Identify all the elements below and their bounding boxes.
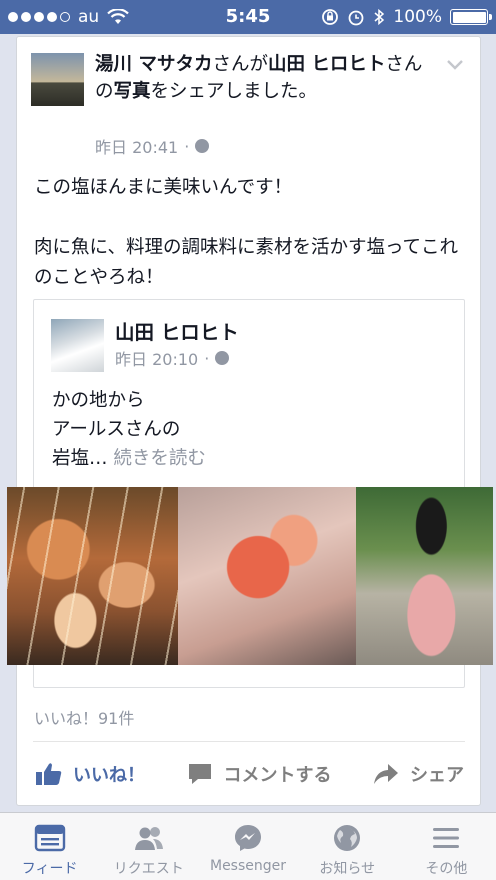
meta-separator: · [204,348,210,368]
orientation-lock-icon [322,9,339,25]
story-actions: いいね！ コメントする シェア [17,755,482,793]
object-link[interactable]: 写真 [114,81,151,102]
status-bar: au 5:45 100% [0,0,496,34]
likes-count[interactable]: いいね！91件 [34,705,134,729]
shared-meta: 昨日 20:10 · [115,346,230,370]
photo-shrimp-on-salt-block[interactable] [178,487,356,665]
author-name-link[interactable]: 湯川 マサタカ [95,54,212,75]
shared-author-avatar[interactable] [51,319,104,372]
tab-label: お知らせ [319,861,376,877]
like-button[interactable]: いいね！ [35,761,145,787]
bluetooth-icon [374,8,385,26]
battery-percent: 100% [393,7,442,27]
shared-post-attachment[interactable]: 山田 ヒロヒト 昨日 20:10 · かの地から アールスさんの 岩塩… 続きを… [7,299,493,688]
meta-separator: · [184,136,190,156]
divider [33,741,465,742]
photo-collage[interactable] [7,487,493,665]
tab-notifications[interactable]: お知らせ [298,813,397,880]
privacy-public-icon [215,351,230,365]
story-title: 湯川 マサタカさんが山田 ヒロヒトさんの写真をシェアしました。 [95,51,440,105]
tab-feed[interactable]: フィード [0,813,99,880]
battery-icon [450,9,492,25]
tab-label: その他 [425,861,468,877]
chevron-down-icon[interactable] [446,59,464,71]
photo-salt-grinder[interactable] [356,487,493,665]
thumbs-up-icon [36,763,62,785]
tab-label: リクエスト [113,861,184,877]
news-feed-icon [34,824,65,852]
tab-requests[interactable]: リクエスト [99,813,198,880]
friend-requests-icon [134,827,163,850]
like-label: いいね！ [73,765,145,786]
story-title-text: さんが [212,54,268,75]
messenger-icon [235,825,261,851]
shared-body: かの地から アールスさんの 岩塩… 続きを読む [52,386,206,473]
story-timestamp[interactable]: 昨日 20:41 [95,134,178,158]
shared-author-name[interactable]: 山田 ヒロヒト [115,316,239,345]
story-meta: 昨日 20:41 · [95,134,210,158]
alarm-icon [348,10,364,26]
status-right: 100% [321,7,492,27]
tab-label: Messenger [209,858,287,874]
comment-label: コメントする [223,765,332,786]
comment-bubble-icon [188,764,211,784]
privacy-public-icon [195,139,210,153]
more-menu-icon [433,828,460,848]
story-body: この塩ほんまに美味いんです！ 肉に魚に、料理の調味料に素材を活かす塩ってこれのこ… [34,177,459,288]
shared-from-link[interactable]: 山田 ヒロヒト [268,54,385,75]
share-button[interactable]: シェア [372,761,464,787]
shared-timestamp[interactable]: 昨日 20:10 [115,346,198,370]
story-title-text: をシェアしました。 [150,81,318,102]
tab-more[interactable]: その他 [397,813,496,880]
author-avatar[interactable] [31,53,84,106]
tab-label: フィード [21,861,78,877]
bottom-tab-bar: フィード リクエスト Messenger お知らせ その他 [0,812,496,880]
share-arrow-icon [374,764,398,784]
tab-messenger[interactable]: Messenger [198,813,297,880]
read-more-link[interactable]: 続きを読む [113,448,206,469]
share-label: シェア [410,765,464,786]
notifications-globe-icon [334,825,361,851]
photo-skewers[interactable] [7,487,178,665]
feed-story-card: 湯川 マサタカさんが山田 ヒロヒトさんの写真をシェアしました。 昨日 20:41… [7,36,493,806]
comment-button[interactable]: コメントする [186,761,332,787]
